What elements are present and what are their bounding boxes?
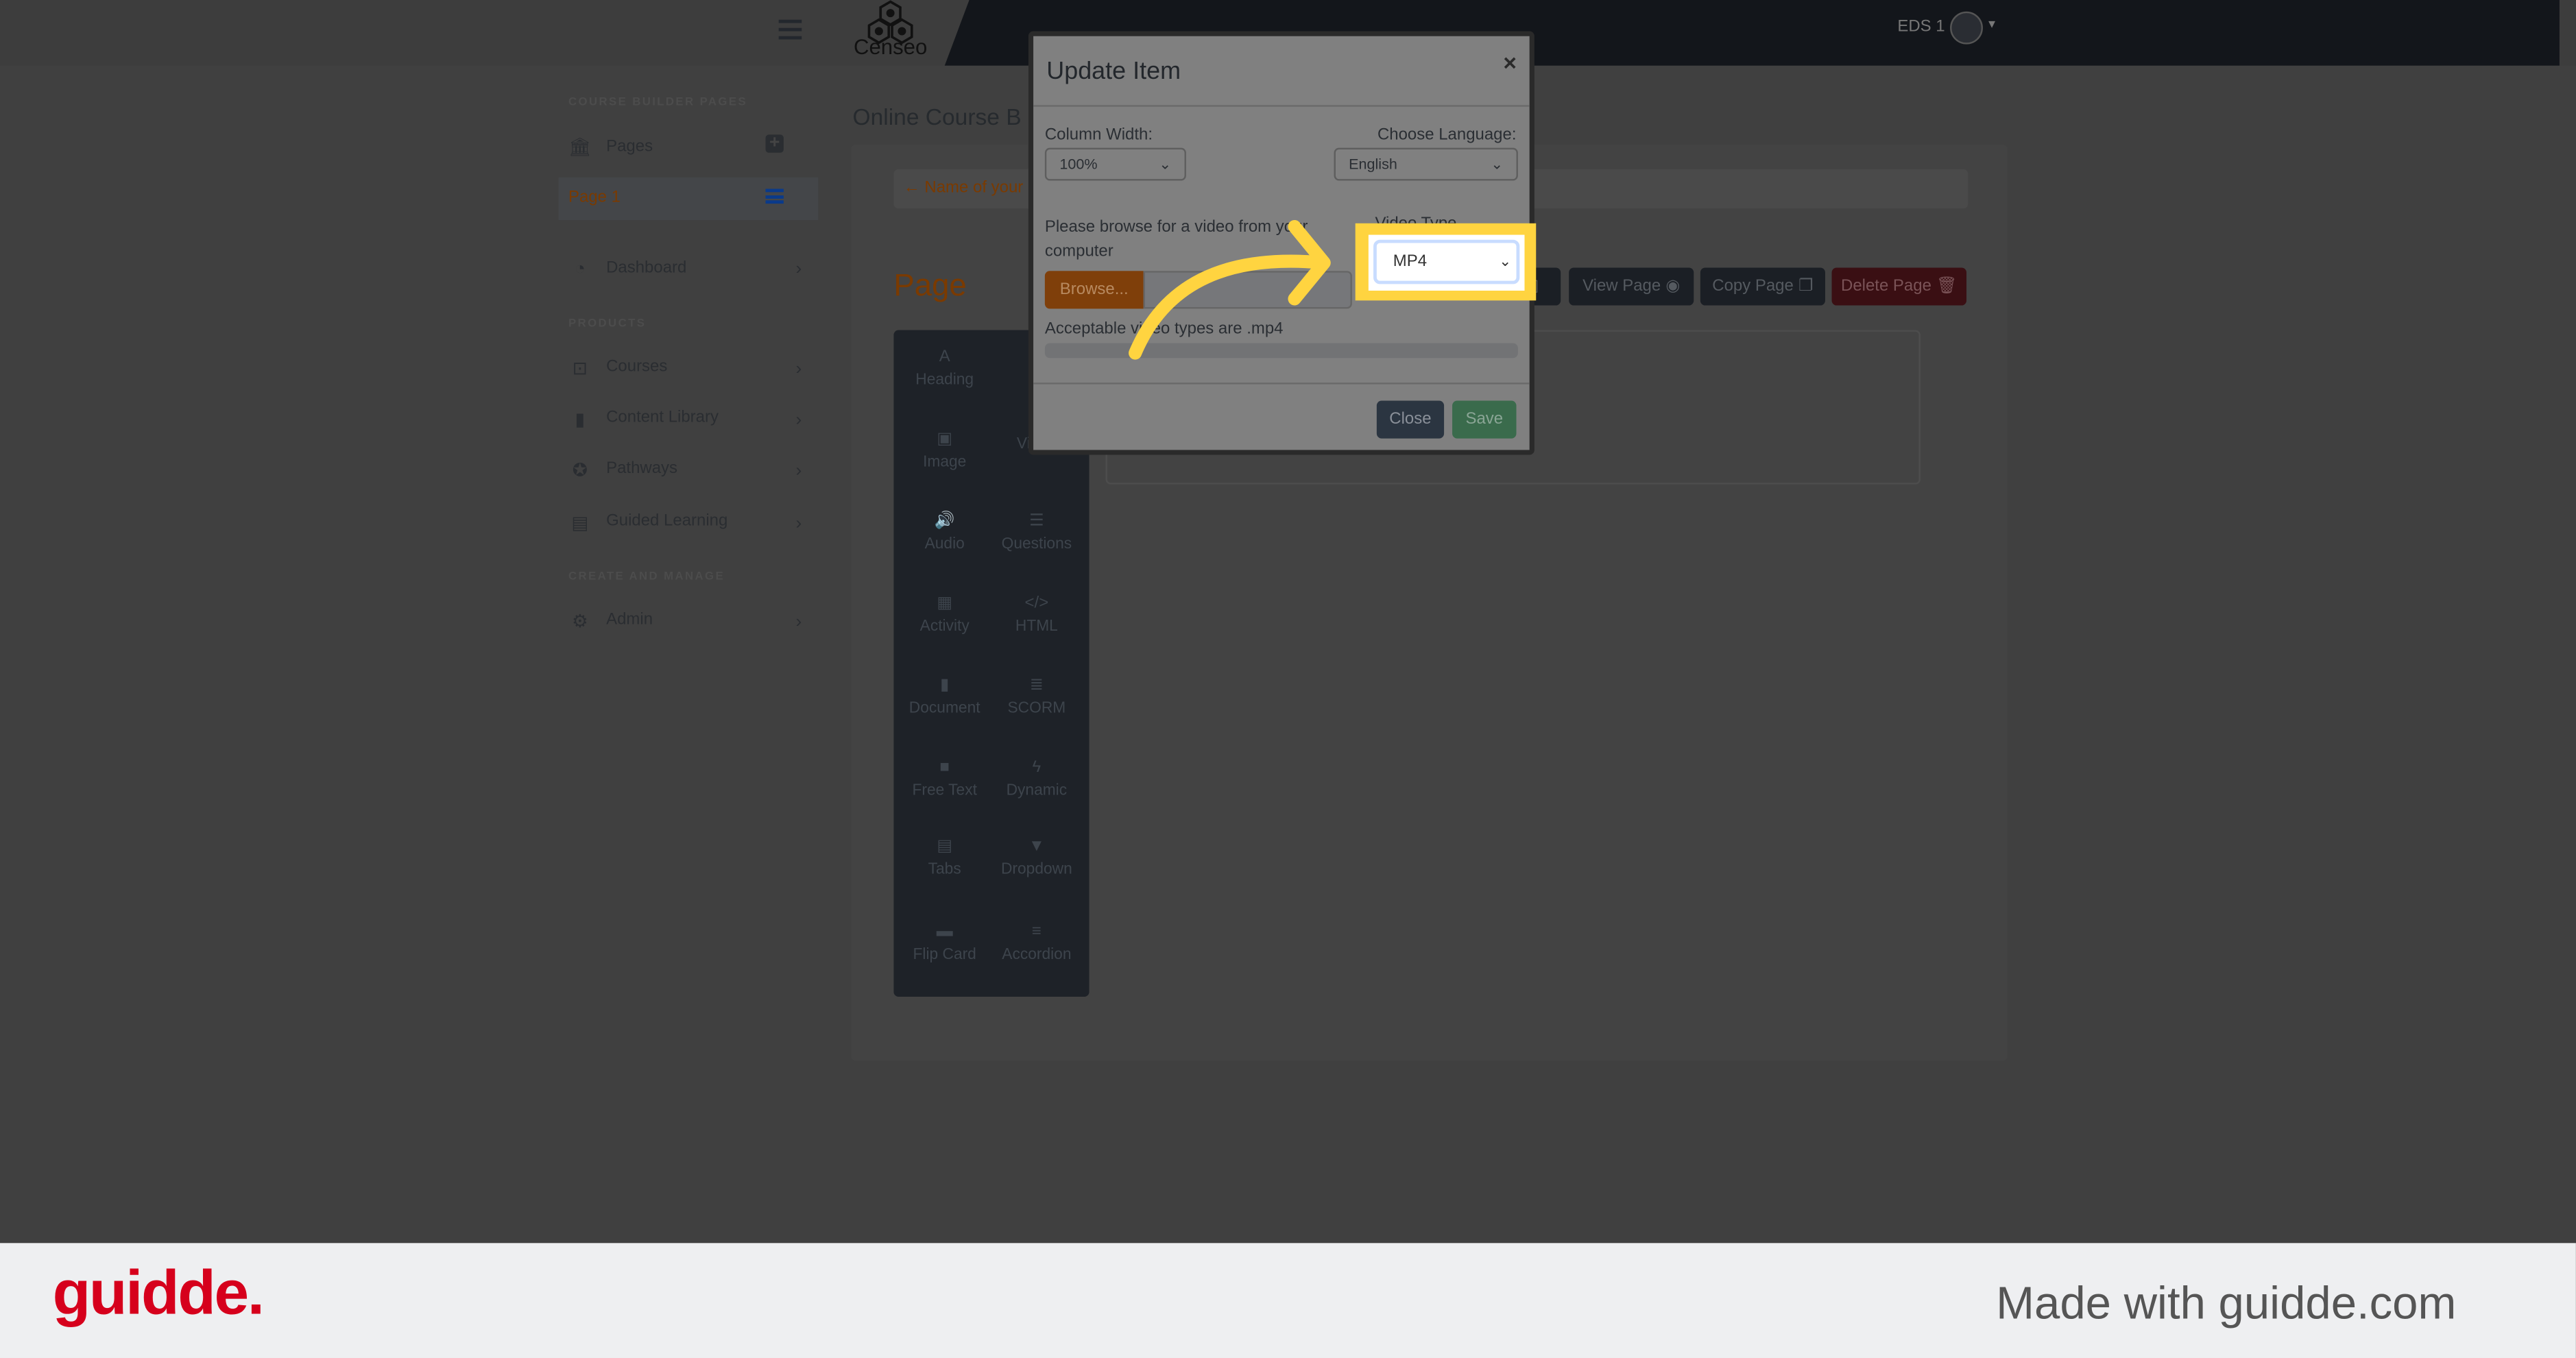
guidde-logo: guidde. bbox=[52, 1259, 265, 1329]
screen: Censeo EDS 1 ▼ COURSE BUILDER PAGES 🏛 Pag… bbox=[0, 0, 2576, 1358]
pointer-arrow-icon bbox=[1129, 219, 1331, 360]
made-with-text: Made with guidde.com bbox=[1996, 1277, 2457, 1329]
